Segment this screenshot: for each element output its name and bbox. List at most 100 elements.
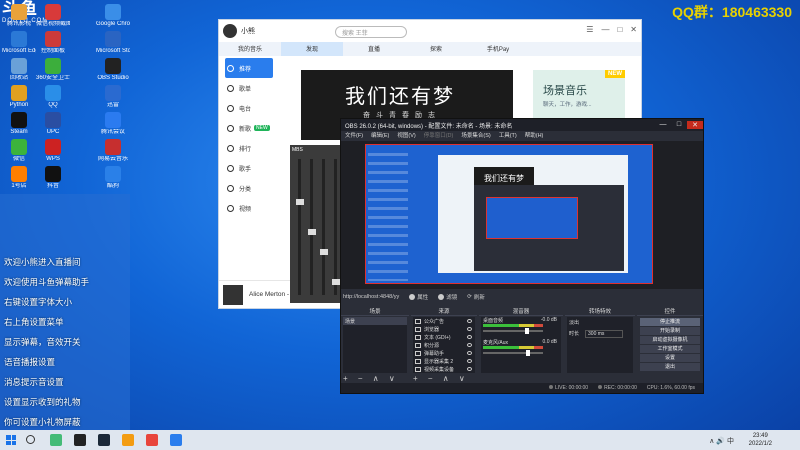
steam-icon[interactable] — [98, 434, 110, 446]
close-icon[interactable]: ✕ — [687, 121, 703, 129]
sidebar-item[interactable]: 歌单 — [219, 78, 279, 98]
scenes-footer[interactable]: + − ∧ ∨ — [343, 374, 399, 383]
source-item[interactable]: 显示器采集 2 — [413, 357, 475, 365]
source-item[interactable]: 视频采集设备 — [413, 365, 475, 373]
control-button[interactable]: 启动虚拟摄像机 — [640, 336, 700, 344]
maximize-icon[interactable]: □ — [671, 121, 687, 129]
window-control-icon[interactable]: ✕ — [630, 25, 637, 34]
username[interactable]: 小熊 — [241, 26, 255, 36]
control-button[interactable]: 工作室模式 — [640, 345, 700, 353]
desktop-icon[interactable]: 酷狗 — [96, 166, 130, 190]
window-control-icon[interactable]: — — [601, 25, 609, 34]
album-cover[interactable] — [223, 285, 243, 305]
desktop-icon[interactable]: OBS Studio — [96, 58, 130, 82]
desktop-icon[interactable]: Steam — [2, 112, 36, 136]
fader-track[interactable] — [307, 159, 316, 295]
sidebar-item[interactable]: 视频 — [219, 198, 279, 218]
control-button[interactable]: 停止推流 — [640, 318, 700, 326]
fader-track[interactable] — [331, 159, 340, 295]
music-tab[interactable]: 手机Pay — [467, 42, 529, 56]
desktop-icon[interactable]: Python — [2, 85, 36, 109]
desktop-icon[interactable]: 微信 — [2, 139, 36, 163]
source-item[interactable]: 文本 (GDI+) — [413, 333, 475, 341]
music-tab[interactable]: 发现 — [281, 42, 343, 56]
obs-window[interactable]: OBS 26.0.2 (64-bit, windows) - 配置文件: 未命名… — [340, 118, 704, 394]
sidebar-item[interactable]: 推荐 — [225, 58, 273, 78]
desktop-icon[interactable]: 回收站 — [2, 58, 36, 82]
menu-item[interactable]: 编辑(E) — [371, 131, 389, 141]
sidebar-item[interactable]: 分类 — [219, 178, 279, 198]
eye-icon[interactable] — [467, 327, 472, 331]
minimize-icon[interactable]: — — [655, 121, 671, 129]
control-button[interactable]: 退出 — [640, 363, 700, 371]
control-button[interactable]: 开始录制 — [640, 327, 700, 335]
desktop-icon[interactable]: 抖音 — [36, 166, 70, 190]
avatar[interactable] — [223, 24, 237, 38]
volume-handle[interactable] — [525, 328, 529, 334]
music-tab[interactable]: 直播 — [343, 42, 405, 56]
source-item[interactable]: 积分源 — [413, 341, 475, 349]
window-control-icon[interactable]: ☰ — [586, 25, 593, 34]
properties-button[interactable]: 属性 — [409, 293, 428, 301]
volume-slider[interactable] — [483, 352, 543, 354]
filters-button[interactable]: 滤镜 — [438, 293, 457, 301]
duration-input[interactable]: 300 ms — [585, 329, 624, 338]
refresh-button[interactable]: ⟳ 刷新 — [467, 293, 485, 301]
desktop-icon[interactable]: UPC — [36, 112, 70, 136]
desktop-icon[interactable]: Google Chrome — [96, 4, 130, 28]
desktop-icon[interactable]: 网易云音乐 — [96, 139, 130, 163]
fader-track[interactable] — [295, 159, 304, 295]
menu-item[interactable]: 场景集合(S) — [461, 131, 490, 141]
desktop-icon[interactable]: 迅雷 — [96, 85, 130, 109]
douyu-icon[interactable] — [122, 434, 134, 446]
desktop-icon[interactable]: WPS — [36, 139, 70, 163]
fader-track[interactable] — [319, 159, 328, 295]
clock[interactable]: 23:49 2022/1/2 — [749, 432, 772, 448]
desktop-icon[interactable]: 腾讯会议 — [96, 112, 130, 136]
eye-icon[interactable] — [467, 343, 472, 347]
source-item[interactable]: 公众广告 — [413, 317, 475, 325]
search-icon[interactable] — [26, 435, 35, 444]
sidebar-item[interactable]: 排行 — [219, 138, 279, 158]
desktop-icon[interactable]: QQ — [36, 85, 70, 109]
eye-icon[interactable] — [467, 359, 472, 363]
desktop-icon[interactable]: 1号店 — [2, 166, 36, 190]
sources-footer[interactable]: + − ∧ ∨ — [413, 374, 469, 383]
music-tab[interactable]: 探索 — [405, 42, 467, 56]
eye-icon[interactable] — [467, 351, 472, 355]
desktop-icon[interactable]: 360安全卫士 — [36, 58, 70, 82]
sidebar-item[interactable]: 电台 — [219, 98, 279, 118]
chrome-icon[interactable] — [146, 434, 158, 446]
menu-item[interactable]: 帮助(H) — [525, 131, 544, 141]
sidebar-item[interactable]: 歌手 — [219, 158, 279, 178]
desktop-icon[interactable]: Microsoft Store — [96, 31, 130, 55]
eye-icon[interactable] — [467, 335, 472, 339]
menu-item[interactable]: 工具(T) — [499, 131, 517, 141]
window-control-icon[interactable]: □ — [617, 25, 622, 34]
menu-item[interactable]: 停靠窗口(D) — [424, 131, 454, 141]
scene-item[interactable]: 场景 — [343, 317, 407, 325]
source-item[interactable]: 弹幕助手 — [413, 349, 475, 357]
eye-icon[interactable] — [467, 367, 472, 371]
menu-item[interactable]: 文件(F) — [345, 131, 363, 141]
taskview-icon[interactable] — [50, 434, 62, 446]
control-button[interactable]: 设置 — [640, 354, 700, 362]
desktop-icon[interactable]: 控制面板 — [36, 31, 70, 55]
obs-icon[interactable] — [74, 434, 86, 446]
obs-preview-canvas[interactable]: 我们还有梦 — [365, 144, 653, 284]
eye-icon[interactable] — [467, 319, 472, 323]
sidebar-item[interactable]: 新歌 NEW — [219, 118, 279, 138]
music-tab[interactable]: 我的音乐 — [219, 42, 281, 56]
app-icon[interactable] — [170, 434, 182, 446]
volume-handle[interactable] — [526, 350, 531, 356]
source-item[interactable]: 浏览器 — [413, 325, 475, 333]
search-input[interactable]: 搜索 王菲 — [335, 26, 407, 38]
system-tray[interactable]: ∧ 🔊 中 — [709, 436, 734, 446]
volume-slider[interactable] — [483, 330, 543, 332]
desktop-icon[interactable]: Microsoft Edge — [2, 31, 36, 55]
menu-item[interactable]: 视图(V) — [397, 131, 415, 141]
desktop-icon[interactable]: 微信视频截图 — [36, 4, 70, 28]
desktop-icon[interactable]: 腾讯影视 — [2, 4, 36, 28]
start-button[interactable] — [6, 435, 16, 445]
transition-type-row[interactable]: 淡出 — [567, 317, 633, 328]
